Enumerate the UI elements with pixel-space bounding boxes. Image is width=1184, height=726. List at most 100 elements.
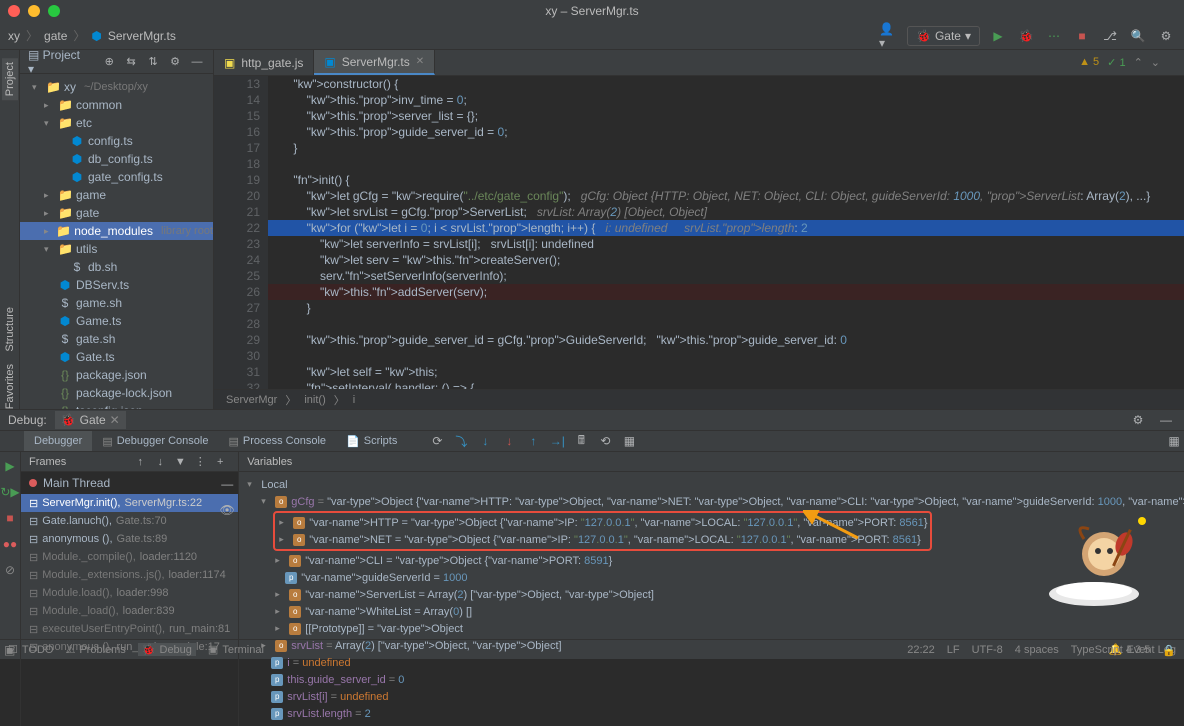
layout-icon[interactable]: ▦ [619,431,639,451]
stack-frame[interactable]: ⊟Module._load(), loader:839 [21,602,238,620]
more-run-icon[interactable]: ⋯ [1044,26,1064,46]
step-over-icon[interactable]: ⤵ [451,431,471,451]
process-console-tab[interactable]: ▤Process Console [218,431,336,451]
chevron-up-icon[interactable]: ⌃ [1134,56,1143,69]
settings-icon[interactable]: ⚙ [167,54,183,70]
frames-list[interactable]: ⊟ServerMgr.init(), ServerMgr.ts:22⊟Gate.… [21,494,238,726]
tree-item[interactable]: $gate.sh [20,330,213,348]
project-tree[interactable]: ▾📁xy~/Desktop/xy▸📁common▾📁etc⬢config.ts⬢… [20,74,213,409]
stop-icon[interactable]: ■ [0,508,20,528]
structure-tool-tab[interactable]: Structure [4,307,16,352]
tree-item[interactable]: ▾📁etc [20,114,213,132]
indent[interactable]: 4 spaces [1015,644,1059,657]
hide-panel-icon[interactable]: — [1156,410,1176,430]
editor-gutter[interactable]: 1314151617181920212223242526272829303132… [214,76,268,389]
tree-item[interactable]: ▸📁gate [20,204,213,222]
run-to-cursor-icon[interactable]: →| [547,431,567,451]
code-editor[interactable]: 1314151617181920212223242526272829303132… [214,76,1184,389]
tree-item[interactable]: {}tsconfig.json [20,402,213,409]
favorites-tool-tab[interactable]: Favorites [4,364,16,409]
stop-button[interactable]: ■ [1072,26,1092,46]
debug-button[interactable]: 🐞 [1016,26,1036,46]
evaluate-expression-icon[interactable]: 🖩 [571,431,591,451]
inspection-widget[interactable]: ▲ 5 ✓ 1 ⌃ ⌄ [1079,56,1160,69]
tree-item[interactable]: ▾📁xy~/Desktop/xy [20,78,213,96]
variable-row[interactable]: pthis.guide_server_id = 0 [239,671,1184,688]
line-separator[interactable]: LF [947,644,960,657]
search-icon[interactable]: 🔍 [1128,26,1148,46]
tree-item[interactable]: ▸📁common [20,96,213,114]
stack-frame[interactable]: ⊟ServerMgr.init(), ServerMgr.ts:22 [21,494,238,512]
variable-row[interactable]: ▸o[[Prototype]] = "var-type">Object [239,620,1184,637]
expand-all-icon[interactable]: ⇆ [123,54,139,70]
run-button[interactable]: ▶ [988,26,1008,46]
new-watch-icon[interactable]: — [217,474,237,494]
cursor-position[interactable]: 22:22 [907,644,935,657]
collapse-all-icon[interactable]: ⇅ [145,54,161,70]
variable-row[interactable]: psrvList.length = 2 [239,705,1184,722]
force-step-into-icon[interactable]: ↓ [499,431,519,451]
tree-item[interactable]: ⬢config.ts [20,132,213,150]
stack-frame[interactable]: ⊟anonymous (), Gate.ts:89 [21,530,238,548]
breadcrumb-item[interactable]: init() [304,394,325,406]
problems-tool[interactable]: ⚠ Problems [65,643,125,656]
language[interactable]: TypeScript 4.3.5 [1071,644,1151,657]
debugger-tab[interactable]: Debugger [24,431,92,451]
tree-item[interactable]: $game.sh [20,294,213,312]
more-icon[interactable]: ⋮ [190,452,210,472]
maximize-window[interactable] [48,5,60,17]
hide-panel-icon[interactable]: — [189,54,205,70]
tree-item[interactable]: ⬢Game.ts [20,312,213,330]
debugger-console-tab[interactable]: ▤Debugger Console [92,431,218,451]
stack-frame[interactable]: ⊟Gate.lanuch(), Gate.ts:70 [21,512,238,530]
breadcrumb-item[interactable]: ServerMgr [226,394,277,406]
project-tool-tab[interactable]: Project [2,58,18,100]
run-configuration[interactable]: 🐞 Gate ▾ [907,26,980,46]
tree-item[interactable]: ▸📁node_moduleslibrary root [20,222,213,240]
layout-settings-icon[interactable]: ▦ [1164,431,1184,451]
variable-scope[interactable]: ▾Local [239,476,1184,493]
tree-item[interactable]: ▾📁utils [20,240,213,258]
stack-frame[interactable]: ⊟Module._extensions..js(), loader:1174 [21,566,238,584]
breadcrumb-item[interactable]: ServerMgr.ts [108,29,176,43]
encoding[interactable]: UTF-8 [972,644,1003,657]
tree-item[interactable]: ⬢Gate.ts [20,348,213,366]
show-execution-point-icon[interactable]: ⟳ [427,431,447,451]
step-into-icon[interactable]: ↓ [475,431,495,451]
stack-frame[interactable]: ⊟executeUserEntryPoint(), run_main:81 [21,620,238,638]
view-breakpoints-icon[interactable]: ●● [0,534,20,554]
close-tab-icon[interactable]: ✕ [416,56,424,67]
project-view-selector[interactable]: ▤ Project ▾ [28,48,89,76]
settings-icon[interactable]: ⚙ [1128,410,1148,430]
chevron-down-icon[interactable]: ⌄ [1151,56,1160,69]
tree-item[interactable]: ⬢gate_config.ts [20,168,213,186]
rerun-icon[interactable]: ↻▶ [0,482,20,502]
step-out-icon[interactable]: ↑ [523,431,543,451]
settings-icon[interactable]: ⚙ [1156,26,1176,46]
variable-row[interactable]: psrvList[i] = undefined [239,688,1184,705]
close-icon[interactable]: ✕ [110,413,120,427]
mute-breakpoints-icon[interactable]: ⊘ [0,560,20,580]
select-opened-file-icon[interactable]: ⊕ [101,54,117,70]
resume-icon[interactable]: ▶ [0,456,20,476]
close-window[interactable] [8,5,20,17]
breadcrumb-item[interactable]: i [353,394,355,406]
prev-frame-icon[interactable]: ↑ [130,452,150,472]
next-frame-icon[interactable]: ↓ [150,452,170,472]
tree-item[interactable]: ▸📁game [20,186,213,204]
editor-code[interactable]: "kw">constructor() { "kw">this."prop">in… [268,76,1184,389]
debug-tool[interactable]: 🐞 Debug [138,643,196,656]
trace-icon[interactable]: ⟲ [595,431,615,451]
breadcrumb-item[interactable]: gate [44,29,67,43]
status-icon[interactable]: ▣ [4,643,15,657]
scripts-tab[interactable]: 📄Scripts [336,431,407,451]
breadcrumb-item[interactable]: xy [8,29,20,43]
tree-item[interactable]: ⬢DBServ.ts [20,276,213,294]
tree-item[interactable]: $db.sh [20,258,213,276]
tree-item[interactable]: ⬢db_config.ts [20,150,213,168]
debug-config[interactable]: 🐞 Gate ✕ [55,411,126,429]
tree-item[interactable]: {}package-lock.json [20,384,213,402]
stack-frame[interactable]: ⊟Module._compile(), loader:1120 [21,548,238,566]
editor-tab[interactable]: ▣ ServerMgr.ts ✕ [314,50,435,75]
git-branch-icon[interactable]: ⎇ [1100,26,1120,46]
